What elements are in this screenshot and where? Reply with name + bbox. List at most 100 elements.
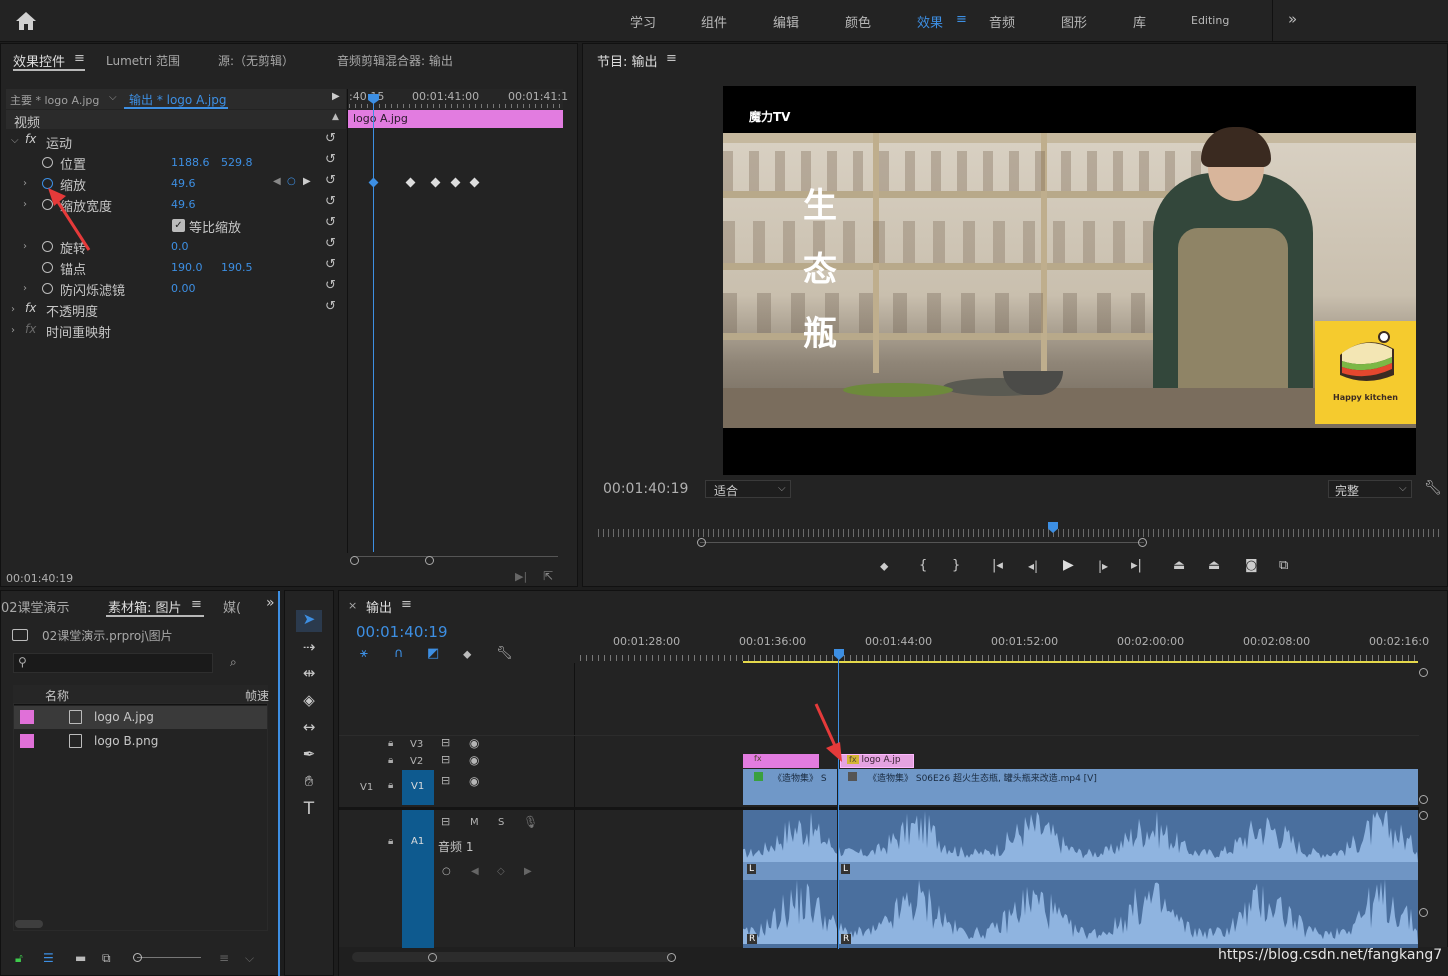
scroll-handle[interactable] (667, 953, 676, 962)
scroll-handle[interactable] (1419, 668, 1428, 677)
find-icon[interactable]: ⌕ (230, 655, 237, 670)
scroll-handle[interactable] (1419, 908, 1428, 917)
quality-dropdown[interactable]: 完整 ⌵ (1328, 480, 1412, 498)
reset-icon[interactable]: ↺ (325, 173, 336, 188)
pen-tool-icon[interactable]: ✒ (296, 745, 322, 767)
fit-dropdown[interactable]: 适合 ⌵ (705, 480, 791, 498)
freeform-view-icon[interactable]: ⧉ (102, 951, 111, 966)
workspace-tab[interactable]: 效果 (917, 12, 943, 31)
time-remap-label[interactable]: 时间重映射 (46, 322, 111, 341)
program-video-frame[interactable]: 魔力TV 生 态 瓶 Happy kitchen (723, 86, 1416, 475)
reset-icon[interactable]: ↺ (325, 257, 336, 272)
master-clip-label[interactable]: 主要 * logo A.jpg (10, 92, 99, 108)
chevron-down-icon[interactable]: ⌵ (245, 951, 254, 966)
slip-tool-icon[interactable]: ↔ (296, 718, 322, 740)
clip-v2-logo-a[interactable]: fx (743, 754, 819, 768)
tab-source[interactable]: 源:（无剪辑） (218, 52, 294, 69)
icon-view-icon[interactable]: ▬ (75, 951, 86, 965)
nest-icon[interactable]: ⚹ (360, 646, 368, 661)
ec-playhead[interactable] (373, 96, 374, 552)
workspace-tab[interactable]: Editing (1191, 14, 1229, 27)
extract-icon[interactable]: ⏏ (1208, 558, 1220, 573)
logo-overlay[interactable]: Happy kitchen (1315, 321, 1416, 424)
chevron-right-icon[interactable]: › (23, 199, 27, 210)
add-keyframe-icon[interactable]: ○ (287, 176, 296, 187)
program-title[interactable]: 节目: 输出 (597, 51, 658, 70)
tab-bin-pictures[interactable]: 素材箱: 图片 (108, 597, 182, 616)
position-y-value[interactable]: 529.8 (221, 156, 253, 169)
close-icon[interactable]: × (348, 599, 357, 612)
track-target-v1[interactable]: V1 (402, 770, 434, 805)
track-target-a1[interactable]: A1 (402, 810, 434, 948)
workspace-tab[interactable]: 组件 (701, 12, 727, 31)
linked-selection-icon[interactable]: ◩ (427, 646, 439, 661)
eye-icon[interactable]: ◉ (469, 774, 479, 788)
reset-icon[interactable]: ↺ (325, 236, 336, 251)
sync-lock-icon[interactable]: ⊟ (441, 774, 450, 787)
stopwatch-icon[interactable] (42, 262, 53, 273)
track-lock-icon[interactable]: 🔒︎ (388, 780, 393, 791)
workspace-tab[interactable]: 学习 (630, 12, 656, 31)
ec-timecode[interactable]: 00:01:40:19 (6, 572, 73, 585)
track-select-tool-icon[interactable]: ⇢ (296, 638, 322, 660)
type-tool-icon[interactable]: T (296, 799, 322, 821)
mark-in-icon[interactable]: { (919, 558, 927, 573)
chevron-down-icon[interactable]: ⌵ (109, 92, 117, 103)
reset-icon[interactable]: ↺ (325, 194, 336, 209)
reset-icon[interactable]: ↺ (325, 278, 336, 293)
step-forward-icon[interactable]: |▸ (1098, 559, 1108, 573)
zoom-slider-handle[interactable] (133, 953, 142, 962)
position-x-value[interactable]: 1188.6 (171, 156, 210, 169)
zoom-handle[interactable] (697, 538, 706, 547)
list-view-icon[interactable]: ☰ (43, 951, 54, 965)
stopwatch-icon[interactable] (42, 283, 53, 294)
workspace-tab[interactable]: 编辑 (773, 12, 799, 31)
microphone-icon[interactable]: 🎙︎ (523, 815, 538, 829)
go-to-in-icon[interactable]: |◂ (992, 558, 1003, 573)
zoom-handle[interactable] (350, 556, 359, 565)
tab-lumetri-scopes[interactable]: Lumetri 范围 (106, 52, 180, 69)
bin-scrollbar[interactable] (15, 920, 43, 928)
mark-out-icon[interactable]: } (952, 558, 960, 573)
zoom-slider[interactable] (137, 957, 201, 958)
compare-view-icon[interactable]: ⧉ (1279, 558, 1288, 573)
scroll-handle[interactable] (1419, 795, 1428, 804)
work-area-bar[interactable] (743, 661, 1418, 663)
panel-menu-icon[interactable]: ≡ (74, 51, 85, 66)
chevron-down-icon[interactable]: ⌵ (11, 135, 19, 146)
uniform-scale-checkbox[interactable]: ✓ (172, 219, 185, 232)
home-icon[interactable] (14, 10, 38, 32)
lock-icon[interactable]: 🔓︎ (15, 951, 23, 966)
add-marker-icon[interactable]: ⬥ (880, 559, 888, 574)
next-keyframe-icon[interactable]: ▶ (524, 866, 532, 877)
zoom-handle[interactable] (1138, 538, 1147, 547)
prev-keyframe-icon[interactable]: ◀ (471, 866, 479, 877)
sync-lock-icon[interactable]: ⊟ (441, 753, 450, 766)
tab-project[interactable]: 02课堂演示 (1, 597, 70, 616)
clip-v2-logo-a-selected[interactable]: fx logo A.jp (840, 754, 914, 768)
step-back-icon[interactable]: ◂| (1028, 559, 1038, 573)
hand-tool-icon[interactable]: ✋︎ (296, 772, 322, 794)
chevron-right-icon[interactable]: › (23, 241, 27, 252)
workspace-tab[interactable]: 库 (1133, 12, 1146, 31)
folder-icon[interactable] (12, 629, 28, 641)
chevron-right-icon[interactable]: › (23, 178, 27, 189)
panel-menu-icon[interactable]: ≡ (666, 51, 677, 66)
mute-button[interactable]: M (470, 817, 479, 828)
reset-icon[interactable]: ↺ (325, 299, 336, 314)
more-tabs-icon[interactable]: » (266, 595, 275, 611)
track-lock-icon[interactable]: 🔒︎ (388, 836, 393, 847)
lift-icon[interactable]: ⏏ (1173, 558, 1185, 573)
scale-value[interactable]: 49.6 (171, 177, 196, 190)
keyframe-marker[interactable] (430, 177, 441, 188)
keyframe-marker[interactable] (405, 177, 416, 188)
filter-icon[interactable]: ▶| (515, 570, 527, 583)
selection-tool-icon[interactable]: ➤ (296, 610, 322, 632)
scroll-handle[interactable] (1419, 811, 1428, 820)
panel-menu-icon[interactable]: ≡ (401, 597, 412, 612)
next-keyframe-icon[interactable]: ▶ (303, 176, 311, 187)
snap-icon[interactable]: ∩ (394, 646, 404, 661)
antiflicker-value[interactable]: 0.00 (171, 282, 196, 295)
sequence-clip-label[interactable]: 输出 * logo A.jpg (129, 91, 226, 108)
add-keyframe-icon[interactable]: ◇ (497, 866, 505, 877)
